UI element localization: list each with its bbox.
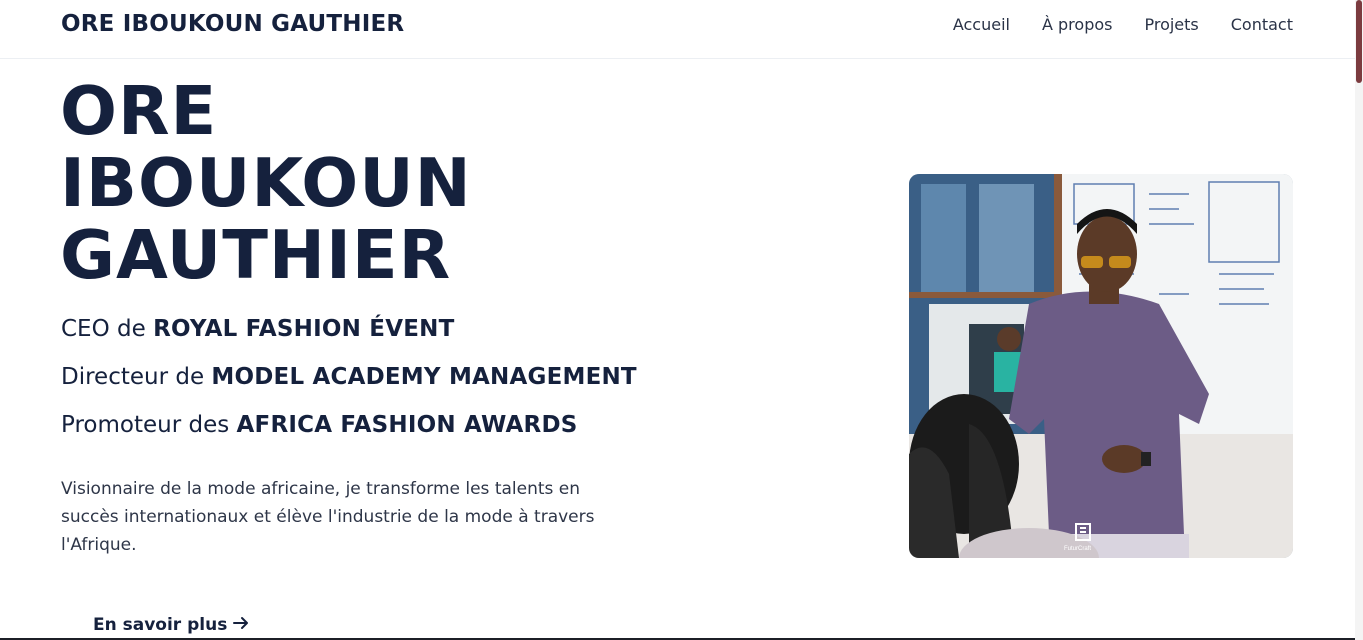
hero-title-line: IBOUKOUN xyxy=(60,144,472,222)
hero-title-line: ORE xyxy=(60,72,218,150)
brand-logo[interactable]: ORE IBOUKOUN GAUTHIER xyxy=(61,11,404,37)
role-item: CEO de ROYAL FASHION ÉVENT xyxy=(61,313,741,345)
role-prefix: Directeur de xyxy=(61,364,212,390)
learn-more-button[interactable]: En savoir plus xyxy=(93,615,249,635)
nav-link-a-propos[interactable]: À propos xyxy=(1042,15,1112,34)
hero-title: ORE IBOUKOUN GAUTHIER xyxy=(60,75,580,291)
nav-links: Accueil À propos Projets Contact xyxy=(953,15,1293,34)
role-item: Promoteur des AFRICA FASHION AWARDS xyxy=(61,409,741,441)
hero-bio: Visionnaire de la mode africaine, je tra… xyxy=(61,479,595,555)
profile-photo-illustration: FuturCraft xyxy=(909,174,1293,558)
learn-more-label: En savoir plus xyxy=(93,615,228,635)
profile-photo: FuturCraft xyxy=(909,174,1293,558)
nav-link-projets[interactable]: Projets xyxy=(1144,15,1198,34)
scrollbar-thumb[interactable] xyxy=(1356,0,1362,83)
hero-title-line: GAUTHIER xyxy=(60,216,452,294)
role-prefix: Promoteur des xyxy=(61,412,237,438)
nav-link-accueil[interactable]: Accueil xyxy=(953,15,1010,34)
arrow-right-icon xyxy=(233,615,249,635)
role-item: Directeur de MODEL ACADEMY MANAGEMENT xyxy=(61,361,741,393)
roles-list: CEO de ROYAL FASHION ÉVENT Directeur de … xyxy=(61,313,741,457)
role-org: ROYAL FASHION ÉVENT xyxy=(153,316,455,342)
role-org: AFRICA FASHION AWARDS xyxy=(236,412,578,438)
photo-watermark-text: FuturCraft xyxy=(1064,546,1091,552)
role-prefix: CEO de xyxy=(61,316,154,342)
navbar: ORE IBOUKOUN GAUTHIER Accueil À propos P… xyxy=(0,0,1355,59)
nav-link-contact[interactable]: Contact xyxy=(1231,15,1293,34)
page-scrollbar[interactable] xyxy=(1355,0,1363,640)
role-org: MODEL ACADEMY MANAGEMENT xyxy=(211,364,637,390)
